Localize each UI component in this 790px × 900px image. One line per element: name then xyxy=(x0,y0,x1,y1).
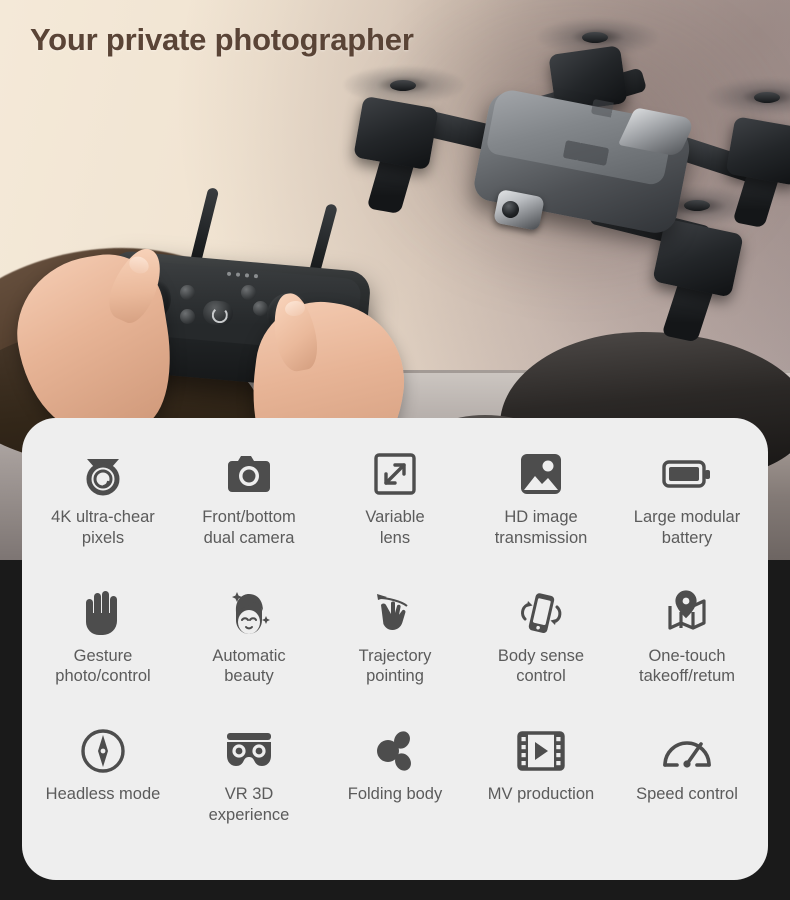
feature-row-2: Gesture photo/control Automatic beauty T… xyxy=(30,583,760,722)
propeller-hub-front-right xyxy=(582,32,608,43)
remote-button-3 xyxy=(253,301,268,316)
feature-label: Variable lens xyxy=(365,508,425,547)
remote-button-1 xyxy=(180,285,195,300)
tilt-phone-icon xyxy=(512,587,570,639)
feature-item-automatic-beauty: Automatic beauty xyxy=(176,583,322,722)
speedometer-icon xyxy=(658,725,716,777)
feature-label: MV production xyxy=(487,785,595,804)
remote-button-2 xyxy=(180,309,195,324)
feature-item-speed-control: Speed control xyxy=(614,721,760,860)
resize-arrows-icon xyxy=(366,448,424,500)
film-play-icon xyxy=(512,725,570,777)
swipe-hand-icon xyxy=(366,587,424,639)
feature-item-vr-3d-experience: VR 3D experience xyxy=(176,721,322,860)
vr-goggles-icon xyxy=(220,725,278,777)
map-pin-icon xyxy=(658,587,716,639)
feature-item-dual-camera: Front/bottom dual camera xyxy=(176,444,322,583)
feature-label: 4K ultra-chear pixels xyxy=(51,508,155,547)
battery-icon xyxy=(658,448,716,500)
feature-item-one-touch-takeoff: One-touch takeoff/retum xyxy=(614,583,760,722)
feature-row-3: Headless mode VR 3D experience Folding b… xyxy=(30,721,760,860)
feature-item-folding-body: Folding body xyxy=(322,721,468,860)
beauty-face-icon xyxy=(220,587,278,639)
feature-label: Trajectory pointing xyxy=(358,646,432,686)
feature-label: Headless mode xyxy=(45,785,161,804)
led-4 xyxy=(253,274,259,279)
feature-item-gesture-control: Gesture photo/control xyxy=(30,583,176,722)
feature-label: One-touch takeoff/retum xyxy=(639,646,735,686)
feature-item-trajectory-pointing: Trajectory pointing xyxy=(322,583,468,722)
drone-motor-back-left xyxy=(652,218,744,298)
feature-item-body-sense-control: Body sense control xyxy=(468,583,614,722)
led-1 xyxy=(226,271,232,276)
feature-item-mv-production: MV production xyxy=(468,721,614,860)
led-3 xyxy=(244,273,250,278)
hand-palm-icon xyxy=(74,587,132,639)
feature-label: Folding body xyxy=(347,785,443,804)
feature-label: Large modular battery xyxy=(633,508,741,547)
page-headline: Your private photographer xyxy=(30,22,414,57)
feature-item-headless-mode: Headless mode xyxy=(30,721,176,860)
propeller-hub-front-left xyxy=(390,80,416,91)
feature-item-4k-pixels: 4K ultra-chear pixels xyxy=(30,444,176,583)
feature-label: Speed control xyxy=(636,785,738,804)
feature-item-modular-battery: Large modular battery xyxy=(614,444,760,583)
compass-icon xyxy=(74,725,132,777)
remote-button-4 xyxy=(241,285,256,300)
dome-camera-icon xyxy=(74,448,132,500)
led-2 xyxy=(235,272,241,277)
image-picture-icon xyxy=(512,448,570,500)
feature-card: 4K ultra-chear pixels Front/bottom dual ca… xyxy=(22,418,768,880)
feature-label: Body sense control xyxy=(497,646,585,686)
feature-label: Front/bottom dual camera xyxy=(202,508,296,547)
feature-label: HD image transmission xyxy=(494,508,588,547)
drone-illustration xyxy=(340,18,790,360)
photo-camera-icon xyxy=(220,448,278,500)
feature-item-variable-lens: Variable lens xyxy=(322,444,468,583)
propeller-hub-back-left xyxy=(684,200,710,211)
feature-row-1: 4K ultra-chear pixels Front/bottom dual ca… xyxy=(30,444,760,583)
feature-label: VR 3D experience xyxy=(208,785,290,825)
feature-label: Gesture photo/control xyxy=(55,646,151,686)
propeller-hub-back-right xyxy=(754,92,780,103)
feature-label: Automatic beauty xyxy=(212,646,286,686)
feature-item-hd-transmission: HD image transmission xyxy=(468,444,614,583)
drone-motor-front-left xyxy=(353,95,439,171)
folding-body-icon xyxy=(366,725,424,777)
remote-control-illustration xyxy=(6,185,414,487)
